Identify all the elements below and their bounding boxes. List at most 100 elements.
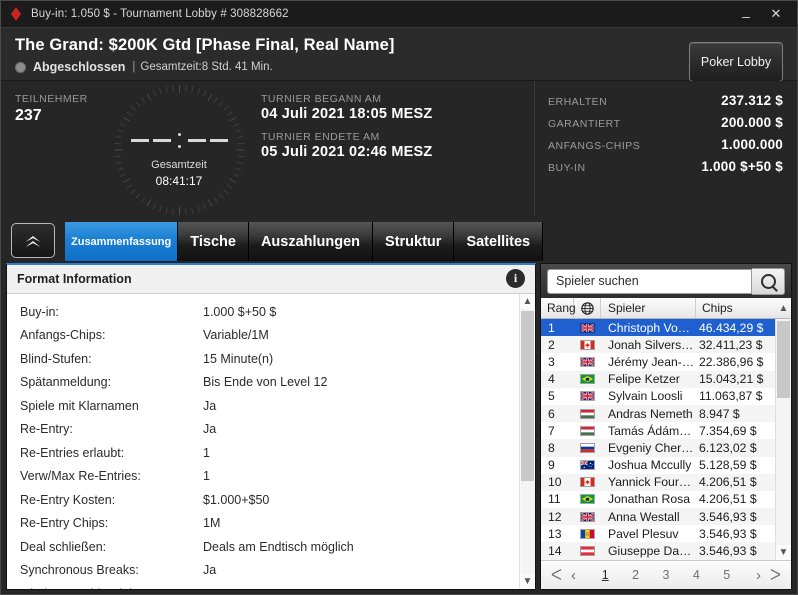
player-name: Christoph Vogels... bbox=[608, 320, 695, 335]
scroll-thumb[interactable] bbox=[521, 311, 534, 481]
table-row[interactable]: 12 Anna Westall 3.546,93 $ bbox=[541, 508, 775, 526]
player-rank: 9 bbox=[548, 458, 555, 473]
format-key: Verw/Max Re-Entries: bbox=[20, 469, 141, 484]
format-panel-title: Format Information bbox=[17, 272, 132, 286]
format-value: 1 bbox=[203, 445, 210, 460]
table-row[interactable]: 4 Felipe Ketzer 15.043,21 $ bbox=[541, 370, 775, 388]
page-number[interactable]: 3 bbox=[660, 568, 673, 582]
player-chips: 7.354,69 $ bbox=[699, 423, 757, 438]
tab-tische[interactable]: Tische bbox=[178, 222, 249, 261]
minimize-button[interactable]: – bbox=[731, 0, 761, 29]
last-page-button[interactable]: ᐳ bbox=[767, 566, 784, 584]
tab-satellites[interactable]: Satellites bbox=[454, 222, 544, 261]
poker-lobby-button[interactable]: Poker Lobby bbox=[689, 42, 783, 82]
player-chips: 4.206,51 $ bbox=[699, 492, 757, 507]
format-row: Spätanmeldung: Bis Ende von Level 12 bbox=[7, 371, 519, 395]
double-chevron-up-icon bbox=[26, 235, 41, 246]
window-controls: – ✕ bbox=[731, 0, 791, 29]
table-row[interactable]: 7 Tamás Ádámszki 7.354,69 $ bbox=[541, 422, 775, 440]
player-name: Sylvain Loosli bbox=[608, 389, 683, 404]
country-flag-icon bbox=[574, 391, 601, 402]
scroll-down-icon[interactable]: ▼ bbox=[520, 574, 535, 589]
collapse-button[interactable] bbox=[11, 223, 55, 258]
tab-struktur[interactable]: Struktur bbox=[373, 222, 455, 261]
player-rank: 11 bbox=[548, 492, 561, 507]
player-chips: 3.546,93 $ bbox=[699, 544, 757, 559]
player-chips: 8.947 $ bbox=[699, 406, 740, 421]
search-button[interactable] bbox=[752, 267, 785, 295]
player-rank: 14 bbox=[548, 544, 562, 559]
status-row: Abgeschlossen | Gesamtzeit:8 Std. 41 Min… bbox=[15, 60, 783, 74]
table-row[interactable]: 8 Evgeniy Cherkasov 6.123,02 $ bbox=[541, 439, 775, 457]
table-row[interactable]: 14 Giuseppe Dario S... 3.546,93 $ bbox=[541, 542, 775, 560]
page-number[interactable]: 5 bbox=[720, 568, 733, 582]
format-value: $1.000+$50 bbox=[203, 492, 270, 507]
player-chips: 3.546,93 $ bbox=[699, 526, 757, 541]
format-key: Re-Entries erlaubt: bbox=[20, 445, 125, 460]
column-header-chips[interactable]: Chips bbox=[696, 298, 776, 318]
format-key: Re-Entry Kosten: bbox=[20, 492, 116, 507]
player-rank: 1 bbox=[548, 320, 555, 335]
diamond-icon bbox=[9, 7, 23, 21]
player-chips: 32.411,23 $ bbox=[699, 337, 763, 352]
format-value: Ja bbox=[203, 563, 217, 578]
tab-zusammenfassung[interactable]: Zusammenfassung bbox=[65, 222, 179, 261]
search-input[interactable]: Spieler suchen bbox=[547, 268, 752, 294]
player-name: Jonah Silverstein bbox=[608, 337, 695, 352]
column-header-player[interactable]: Spieler bbox=[601, 298, 696, 318]
table-row[interactable]: 13 Pavel Plesuv 3.546,93 $ bbox=[541, 525, 775, 543]
players-rows-area: 1 Christoph Vogels... 46.434,29 $ 2 Jonah Si… bbox=[541, 319, 791, 560]
table-row[interactable]: 9 Joshua Mccully 5.128,59 $ bbox=[541, 456, 775, 474]
table-row[interactable]: 3 Jérémy Jean-Luc .. 22.386,96 $ bbox=[541, 353, 775, 371]
scroll-up-icon[interactable]: ▲ bbox=[520, 294, 535, 309]
players-scroll-down-icon[interactable]: ▼ bbox=[776, 545, 791, 560]
column-header-rank[interactable]: Rang bbox=[541, 298, 576, 318]
format-value: 1M bbox=[203, 516, 221, 531]
table-row[interactable]: 6 Andras Nemeth 8.947 $ bbox=[541, 404, 775, 423]
first-page-button[interactable]: ᐸ bbox=[548, 566, 565, 584]
prize-row: GARANTIERT 200.000 $ bbox=[548, 115, 783, 130]
participants-block: TEILNEHMER 237 bbox=[1, 81, 93, 216]
players-scroll-thumb[interactable] bbox=[777, 321, 790, 398]
clock-ticks-icon bbox=[114, 85, 244, 215]
info-icon[interactable]: i bbox=[506, 269, 525, 288]
table-row[interactable]: 10 Yannick Fournier 4.206,51 $ bbox=[541, 473, 775, 491]
player-chips: 46.434,29 $ bbox=[699, 320, 764, 335]
format-row: Deal schließen: Deals am Endtisch möglich bbox=[7, 535, 519, 559]
format-row: Synchronous Breaks: Ja bbox=[7, 559, 519, 583]
page-number[interactable]: 1 bbox=[599, 568, 612, 582]
prize-info-block: ERHALTEN 237.312 $ GARANTIERT 200.000 $ ANFA… bbox=[534, 81, 797, 216]
format-panel-header: Format Information i bbox=[7, 265, 535, 294]
page-number[interactable]: 4 bbox=[690, 568, 703, 582]
player-name: Jonathan Rosa bbox=[608, 492, 690, 507]
table-row[interactable]: 11 Jonathan Rosa 4.206,51 $ bbox=[541, 490, 775, 509]
format-value: 3 bbox=[203, 587, 519, 589]
vertical-divider bbox=[534, 81, 535, 216]
country-flag-icon bbox=[574, 322, 601, 333]
page-number[interactable]: 2 bbox=[629, 568, 642, 582]
header-scroll-up-icon[interactable]: ▲ bbox=[776, 298, 791, 318]
format-value: Ja bbox=[203, 398, 217, 413]
prev-page-button[interactable]: ‹ bbox=[565, 567, 582, 584]
format-key: Deal schließen: bbox=[20, 539, 107, 554]
table-row[interactable]: 2 Jonah Silverstein 32.411,23 $ bbox=[541, 336, 775, 354]
player-chips: 22.386,96 $ bbox=[699, 354, 764, 369]
table-row[interactable]: 1 Christoph Vogels... 46.434,29 $ bbox=[541, 319, 775, 337]
window-title: Buy-in: 1.050 $ - Tournament Lobby # 308… bbox=[31, 8, 289, 20]
close-button[interactable]: ✕ bbox=[761, 2, 791, 26]
next-page-button[interactable]: › bbox=[750, 567, 767, 584]
title-bar: Buy-in: 1.050 $ - Tournament Lobby # 308… bbox=[1, 1, 797, 28]
format-scrollbar[interactable]: ▲ ▼ bbox=[519, 294, 535, 589]
player-rank: 5 bbox=[548, 389, 555, 404]
country-flag-icon bbox=[574, 511, 601, 522]
clock-label: Gesamtzeit bbox=[151, 159, 207, 171]
scroll-track[interactable] bbox=[521, 309, 534, 574]
player-name: Anna Westall bbox=[608, 509, 680, 524]
players-scrollbar[interactable]: ▼ bbox=[775, 319, 791, 560]
table-row[interactable]: 5 Sylvain Loosli 11.063,87 $ bbox=[541, 387, 775, 405]
players-scroll-track[interactable] bbox=[776, 319, 791, 545]
total-time-label: Gesamtzeit:8 Std. 41 Min. bbox=[140, 61, 273, 73]
tab-auszahlungen[interactable]: Auszahlungen bbox=[248, 222, 374, 261]
globe-icon[interactable] bbox=[574, 298, 601, 318]
players-list: 1 Christoph Vogels... 46.434,29 $ 2 Jonah Si… bbox=[541, 319, 775, 560]
